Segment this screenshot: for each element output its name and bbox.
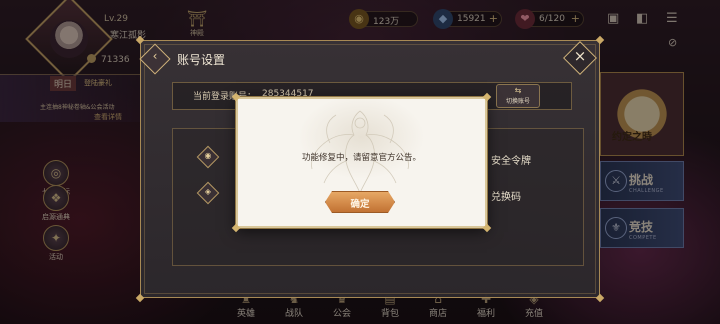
token-icon: ◉ [204,151,212,160]
security-token-option[interactable]: 安全令牌 [491,152,531,167]
panel-title: 账号设置 [177,53,226,67]
confirm-label: 确定 [350,199,370,210]
redeem-icon: ◈ [204,187,212,196]
switch-icon: ⇆ [514,86,522,95]
back-arrow-icon: ‹ [152,49,158,63]
switch-account-button[interactable]: ⇆ 切换账号 [496,84,540,108]
dialog-message: 功能修复中，请留意官方公告。 [301,153,421,163]
switch-account-label: 切换账号 [505,98,530,105]
close-icon: × [573,47,587,65]
confirm-button[interactable]: 确定 [325,191,395,213]
redeem-code-option[interactable]: 兑换码 [491,188,521,203]
